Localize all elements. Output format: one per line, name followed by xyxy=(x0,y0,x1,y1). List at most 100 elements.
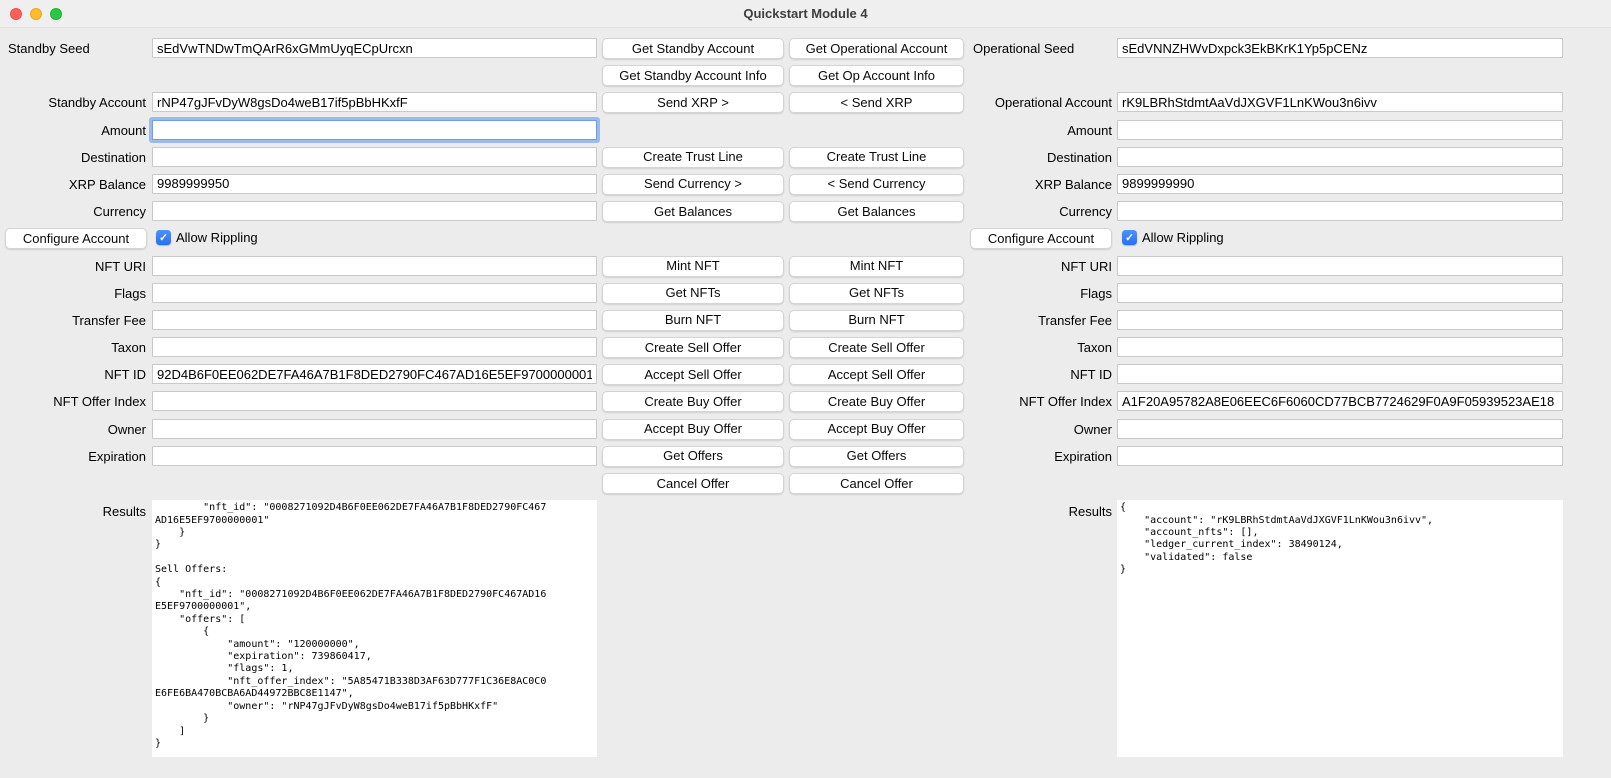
operational-send-xrp-button[interactable]: < Send XRP xyxy=(789,92,964,113)
operational-taxon-label: Taxon xyxy=(970,334,1116,361)
standby-results-area[interactable]: "nft_id": "0008271092D4B6F0EE062DE7FA46A… xyxy=(152,500,597,757)
window-controls xyxy=(10,8,62,20)
standby-accept-sell-offer-button[interactable]: Accept Sell Offer xyxy=(602,364,784,385)
standby-currency-input[interactable] xyxy=(152,201,597,221)
operational-get-nfts-button[interactable]: Get NFTs xyxy=(789,283,964,304)
standby-amount-input[interactable] xyxy=(152,120,597,140)
standby-burn-nft-button[interactable]: Burn NFT xyxy=(602,310,784,331)
operational-owner-input[interactable] xyxy=(1117,419,1563,439)
standby-expiration-label: Expiration xyxy=(0,443,150,470)
standby-owner-label: Owner xyxy=(0,416,150,443)
standby-cancel-offer-button[interactable]: Cancel Offer xyxy=(602,473,784,494)
operational-seed-label: Operational Seed xyxy=(970,35,1116,62)
standby-get-balances-button[interactable]: Get Balances xyxy=(602,201,784,222)
operational-allow-rippling-checkbox[interactable]: ✓ Allow Rippling xyxy=(1122,230,1611,245)
standby-create-trust-line-button[interactable]: Create Trust Line xyxy=(602,147,784,168)
standby-get-offers-button[interactable]: Get Offers xyxy=(602,446,784,467)
standby-transfer-fee-input[interactable] xyxy=(152,310,597,330)
standby-allow-rippling-label: Allow Rippling xyxy=(176,230,258,245)
standby-owner-input[interactable] xyxy=(152,419,597,439)
zoom-button[interactable] xyxy=(50,8,62,20)
title-bar: Quickstart Module 4 xyxy=(0,0,1611,28)
operational-get-offers-button[interactable]: Get Offers xyxy=(789,446,964,467)
standby-taxon-input[interactable] xyxy=(152,337,597,357)
operational-mint-nft-button[interactable]: Mint NFT xyxy=(789,256,964,277)
operational-expiration-input[interactable] xyxy=(1117,446,1563,466)
standby-amount-label: Amount xyxy=(0,117,150,144)
standby-nft-offer-index-input[interactable] xyxy=(152,391,597,411)
operational-xrp-balance-label: XRP Balance xyxy=(970,171,1116,198)
operational-accept-buy-offer-button[interactable]: Accept Buy Offer xyxy=(789,419,964,440)
standby-account-label: Standby Account xyxy=(0,89,150,116)
operational-burn-nft-button[interactable]: Burn NFT xyxy=(789,310,964,331)
standby-xrp-balance-input[interactable] xyxy=(152,174,597,194)
operational-seed-input[interactable] xyxy=(1117,38,1563,58)
standby-send-currency-button[interactable]: Send Currency > xyxy=(602,174,784,195)
standby-xrp-balance-label: XRP Balance xyxy=(0,171,150,198)
operational-expiration-label: Expiration xyxy=(970,443,1116,470)
operational-nft-offer-index-input[interactable] xyxy=(1117,391,1563,411)
operational-nft-offer-index-label: NFT Offer Index xyxy=(970,388,1116,415)
operational-destination-label: Destination xyxy=(970,144,1116,171)
operational-results-label: Results xyxy=(970,497,1116,519)
standby-seed-label: Standby Seed xyxy=(0,35,150,62)
standby-send-xrp-button[interactable]: Send XRP > xyxy=(602,92,784,113)
get-standby-account-info-button[interactable]: Get Standby Account Info xyxy=(602,65,784,86)
operational-currency-input[interactable] xyxy=(1117,201,1563,221)
operational-amount-label: Amount xyxy=(970,117,1116,144)
standby-mint-nft-button[interactable]: Mint NFT xyxy=(602,256,784,277)
get-op-account-info-button[interactable]: Get Op Account Info xyxy=(789,65,964,86)
standby-expiration-input[interactable] xyxy=(152,446,597,466)
operational-taxon-input[interactable] xyxy=(1117,337,1563,357)
operational-nft-uri-input[interactable] xyxy=(1117,256,1563,276)
standby-nft-uri-input[interactable] xyxy=(152,256,597,276)
standby-create-buy-offer-button[interactable]: Create Buy Offer xyxy=(602,391,784,412)
minimize-button[interactable] xyxy=(30,8,42,20)
operational-owner-label: Owner xyxy=(970,416,1116,443)
operational-amount-input[interactable] xyxy=(1117,120,1563,140)
operational-account-input[interactable] xyxy=(1117,92,1563,112)
operational-create-trust-line-button[interactable]: Create Trust Line xyxy=(789,147,964,168)
main-form: Standby Seed Get Standby Account Get Ope… xyxy=(0,28,1611,757)
operational-xrp-balance-input[interactable] xyxy=(1117,174,1563,194)
operational-results-text: { "account": "rK9LBRhStdmtAaVdJXGVF1LnKW… xyxy=(1117,500,1563,578)
standby-transfer-fee-label: Transfer Fee xyxy=(0,307,150,334)
standby-flags-label: Flags xyxy=(0,280,150,307)
operational-results-area[interactable]: { "account": "rK9LBRhStdmtAaVdJXGVF1LnKW… xyxy=(1117,500,1563,757)
operational-nft-id-input[interactable] xyxy=(1117,364,1563,384)
operational-create-sell-offer-button[interactable]: Create Sell Offer xyxy=(789,337,964,358)
standby-create-sell-offer-button[interactable]: Create Sell Offer xyxy=(602,337,784,358)
operational-get-balances-button[interactable]: Get Balances xyxy=(789,201,964,222)
standby-allow-rippling-checkbox[interactable]: ✓ Allow Rippling xyxy=(156,230,602,245)
standby-seed-input[interactable] xyxy=(152,38,597,58)
standby-results-label: Results xyxy=(0,497,150,519)
checked-checkbox-icon: ✓ xyxy=(156,230,171,245)
operational-nft-id-label: NFT ID xyxy=(970,361,1116,388)
operational-configure-account-button[interactable]: Configure Account xyxy=(970,228,1112,249)
operational-allow-rippling-label: Allow Rippling xyxy=(1142,230,1224,245)
operational-send-currency-button[interactable]: < Send Currency xyxy=(789,174,964,195)
operational-transfer-fee-label: Transfer Fee xyxy=(970,307,1116,334)
get-operational-account-button[interactable]: Get Operational Account xyxy=(789,38,964,59)
window-title: Quickstart Module 4 xyxy=(743,6,867,21)
operational-destination-input[interactable] xyxy=(1117,147,1563,167)
get-standby-account-button[interactable]: Get Standby Account xyxy=(602,38,784,59)
standby-accept-buy-offer-button[interactable]: Accept Buy Offer xyxy=(602,419,784,440)
standby-currency-label: Currency xyxy=(0,198,150,225)
operational-cancel-offer-button[interactable]: Cancel Offer xyxy=(789,473,964,494)
operational-create-buy-offer-button[interactable]: Create Buy Offer xyxy=(789,391,964,412)
standby-nft-id-label: NFT ID xyxy=(0,361,150,388)
checked-checkbox-icon: ✓ xyxy=(1122,230,1137,245)
operational-transfer-fee-input[interactable] xyxy=(1117,310,1563,330)
standby-nft-id-input[interactable] xyxy=(152,364,597,384)
standby-get-nfts-button[interactable]: Get NFTs xyxy=(602,283,784,304)
standby-flags-input[interactable] xyxy=(152,283,597,303)
operational-accept-sell-offer-button[interactable]: Accept Sell Offer xyxy=(789,364,964,385)
operational-currency-label: Currency xyxy=(970,198,1116,225)
standby-account-input[interactable] xyxy=(152,92,597,112)
standby-nft-offer-index-label: NFT Offer Index xyxy=(0,388,150,415)
operational-flags-input[interactable] xyxy=(1117,283,1563,303)
standby-destination-input[interactable] xyxy=(152,147,597,167)
standby-configure-account-button[interactable]: Configure Account xyxy=(5,228,147,249)
close-button[interactable] xyxy=(10,8,22,20)
